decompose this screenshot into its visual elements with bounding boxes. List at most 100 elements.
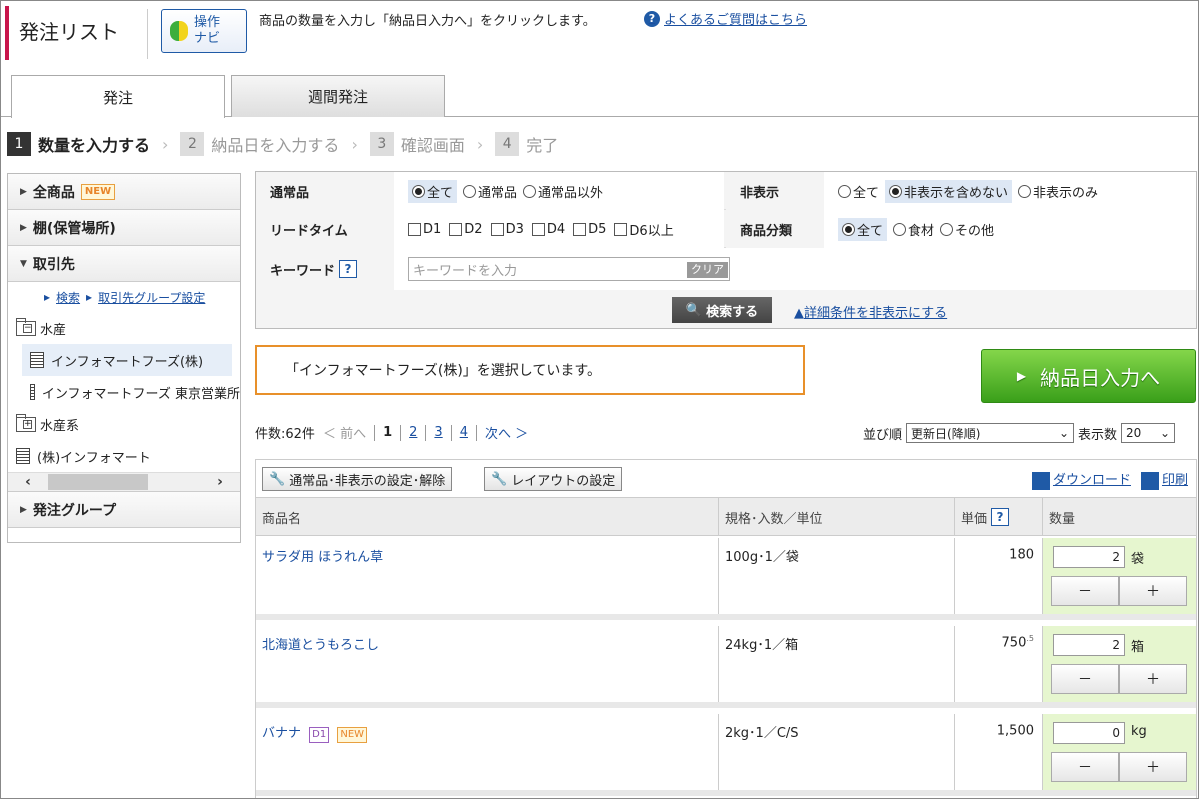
- leadtime-d2-checkbox[interactable]: D2: [449, 222, 483, 237]
- supplier-group-setting-link[interactable]: 取引先グループ設定: [98, 289, 205, 306]
- download-link[interactable]: ダウンロード: [1031, 469, 1131, 490]
- help-icon[interactable]: ?: [339, 260, 358, 278]
- product-spec: 100g･1／袋: [719, 538, 955, 614]
- help-icon[interactable]: ?: [991, 508, 1010, 526]
- normal-all-radio[interactable]: 全て: [408, 179, 458, 203]
- page-3[interactable]: 3: [434, 425, 442, 440]
- tab-weekly-order[interactable]: 週間発注: [231, 75, 445, 117]
- sort-select[interactable]: 更新日(降順) ⌄: [906, 423, 1075, 443]
- tree-folder-suisan[interactable]: − 水産: [8, 312, 240, 344]
- decrement-button[interactable]: －: [1051, 752, 1119, 782]
- prev-page-link: ＜ 前へ: [322, 427, 367, 442]
- scroll-thumb[interactable]: [48, 474, 148, 490]
- wrench-icon: 🔧: [269, 471, 286, 487]
- category-options: 全て 食材 その他: [824, 210, 1196, 248]
- building-icon: [30, 352, 44, 368]
- leadtime-d5-checkbox[interactable]: D5: [573, 222, 606, 237]
- triangle-up-icon: ▲: [794, 306, 804, 321]
- next-page-link[interactable]: 次へ ＞: [485, 423, 528, 442]
- qty-cell: 2 袋 － ＋: [1043, 538, 1196, 614]
- leadtime-d1-checkbox[interactable]: D1: [408, 222, 441, 237]
- normal-nonregular-radio[interactable]: 通常品以外: [523, 182, 603, 201]
- sidebar-item-suppliers[interactable]: ▼ 取引先: [8, 246, 240, 282]
- page-4[interactable]: 4: [460, 425, 468, 440]
- tree-item-infomart[interactable]: (株)インフォマート: [8, 440, 240, 472]
- sidebar-item-shelf[interactable]: ▶ 棚(保管場所): [8, 210, 240, 246]
- product-name-link[interactable]: バナナ: [262, 726, 301, 741]
- product-price: 750.5: [955, 626, 1043, 702]
- normal-hidden-setting-button[interactable]: 🔧 通常品･非表示の設定･解除: [262, 467, 453, 491]
- normal-regular-radio[interactable]: 通常品: [463, 182, 517, 201]
- page-title: 発注リスト: [19, 20, 119, 44]
- col-name: 商品名: [256, 498, 719, 536]
- chevron-down-icon: ⌄: [1159, 426, 1171, 440]
- tree-folder-suisankei[interactable]: + 水産系: [8, 408, 240, 440]
- folder-open-icon: −: [16, 317, 36, 336]
- sidebar-item-order-group[interactable]: ▶ 発注グループ: [8, 492, 240, 528]
- scroll-left-icon[interactable]: ‹: [8, 474, 48, 490]
- page-1: 1: [383, 425, 393, 440]
- tab-bar: 発注 週間発注: [1, 73, 1198, 118]
- sidebar-scrollbar[interactable]: ‹ ›: [8, 472, 240, 492]
- tab-order[interactable]: 発注: [11, 75, 225, 118]
- per-page-select[interactable]: 20 ⌄: [1121, 423, 1176, 443]
- leadtime-d3-checkbox[interactable]: D3: [490, 222, 524, 237]
- page-frame: 発注リスト 操作 ナビ 商品の数量を入力し「納品日入力へ」をクリックします。 ?…: [0, 0, 1199, 799]
- category-other-radio[interactable]: その他: [940, 220, 994, 239]
- print-icon: [1140, 471, 1159, 490]
- print-link[interactable]: 印刷: [1140, 469, 1188, 490]
- keyword-clear-button[interactable]: クリア: [687, 262, 728, 278]
- play-icon: ▶: [1016, 369, 1027, 383]
- category-food-radio[interactable]: 食材: [893, 220, 934, 239]
- qty-unit: 箱: [1131, 640, 1145, 655]
- tree-item-infomart-foods[interactable]: インフォマートフーズ(株): [22, 344, 232, 376]
- decrement-button[interactable]: －: [1051, 576, 1119, 606]
- selection-notice: 「インフォマートフーズ(株)」を選択しています。: [255, 345, 805, 395]
- operation-navi-button[interactable]: 操作 ナビ: [161, 9, 247, 53]
- question-icon: ?: [644, 10, 660, 27]
- search-button[interactable]: 🔍 検索する: [672, 297, 772, 323]
- product-name-link[interactable]: 北海道とうもろこし: [256, 626, 719, 702]
- hide-details-link[interactable]: ▲詳細条件を非表示にする: [794, 302, 947, 321]
- keyword-input[interactable]: キーワードを入力 クリア: [408, 257, 730, 281]
- decrement-button[interactable]: －: [1051, 664, 1119, 694]
- product-spec: 2kg･1／C/S: [719, 714, 955, 790]
- wrench-icon: 🔧: [491, 471, 508, 487]
- triangle-down-icon: ▼: [20, 258, 27, 269]
- product-name-link[interactable]: サラダ用 ほうれん草: [256, 538, 719, 614]
- quantity-stepper: － ＋: [1051, 576, 1187, 606]
- table-row: 北海道とうもろこし 24kg･1／箱 750.5 2 箱 － ＋: [256, 626, 1196, 708]
- result-count: 件数:62件: [255, 427, 315, 442]
- faq-link[interactable]: ? よくあるご質問はこちら: [644, 9, 807, 28]
- leadtime-d6-checkbox[interactable]: D6以上: [614, 220, 674, 239]
- normal-filter-label: 通常品: [256, 172, 394, 210]
- hidden-all-radio[interactable]: 全て: [838, 182, 879, 201]
- leadtime-tag: D1: [309, 727, 330, 743]
- increment-button[interactable]: ＋: [1119, 664, 1187, 694]
- quantity-stepper: － ＋: [1051, 752, 1187, 782]
- increment-button[interactable]: ＋: [1119, 576, 1187, 606]
- quantity-stepper: － ＋: [1051, 664, 1187, 694]
- hidden-exclude-radio[interactable]: 非表示を含めない: [885, 179, 1013, 203]
- quantity-input[interactable]: 0: [1053, 722, 1125, 744]
- chevron-right-icon: ›: [351, 134, 358, 154]
- table-row: バナナ D1 NEW 2kg･1／C/S 1,500 0 kg － ＋: [256, 714, 1196, 796]
- quantity-input[interactable]: 2: [1053, 546, 1125, 568]
- col-spec: 規格･入数／単位: [719, 498, 955, 536]
- leadtime-d4-checkbox[interactable]: D4: [531, 222, 565, 237]
- sidebar-item-all-products[interactable]: ▶ 全商品 NEW: [8, 174, 240, 210]
- supplier-search-link[interactable]: 検索: [56, 289, 80, 306]
- delivery-date-button[interactable]: ▶ 納品日入力へ: [981, 349, 1196, 403]
- sidebar: ▶ 全商品 NEW ▶ 棚(保管場所) ▼ 取引先 ▸ 検索 ▸ 取引先グループ設定…: [7, 173, 241, 543]
- qty-unit: 袋: [1131, 552, 1145, 567]
- increment-button[interactable]: ＋: [1119, 752, 1187, 782]
- quantity-input[interactable]: 2: [1053, 634, 1125, 656]
- scroll-right-icon[interactable]: ›: [200, 474, 240, 490]
- hidden-only-radio[interactable]: 非表示のみ: [1018, 182, 1098, 201]
- page-2[interactable]: 2: [409, 425, 417, 440]
- tree-item-infomart-foods-tokyo[interactable]: インフォマートフーズ 東京営業所: [8, 376, 240, 408]
- progress-steps: 1 数量を入力する › 2 納品日を入力する › 3 確認画面 › 4 完了: [7, 131, 558, 157]
- category-all-radio[interactable]: 全て: [838, 217, 888, 241]
- layout-setting-button[interactable]: 🔧 レイアウトの設定: [484, 467, 623, 491]
- product-price: 1,500: [955, 714, 1043, 790]
